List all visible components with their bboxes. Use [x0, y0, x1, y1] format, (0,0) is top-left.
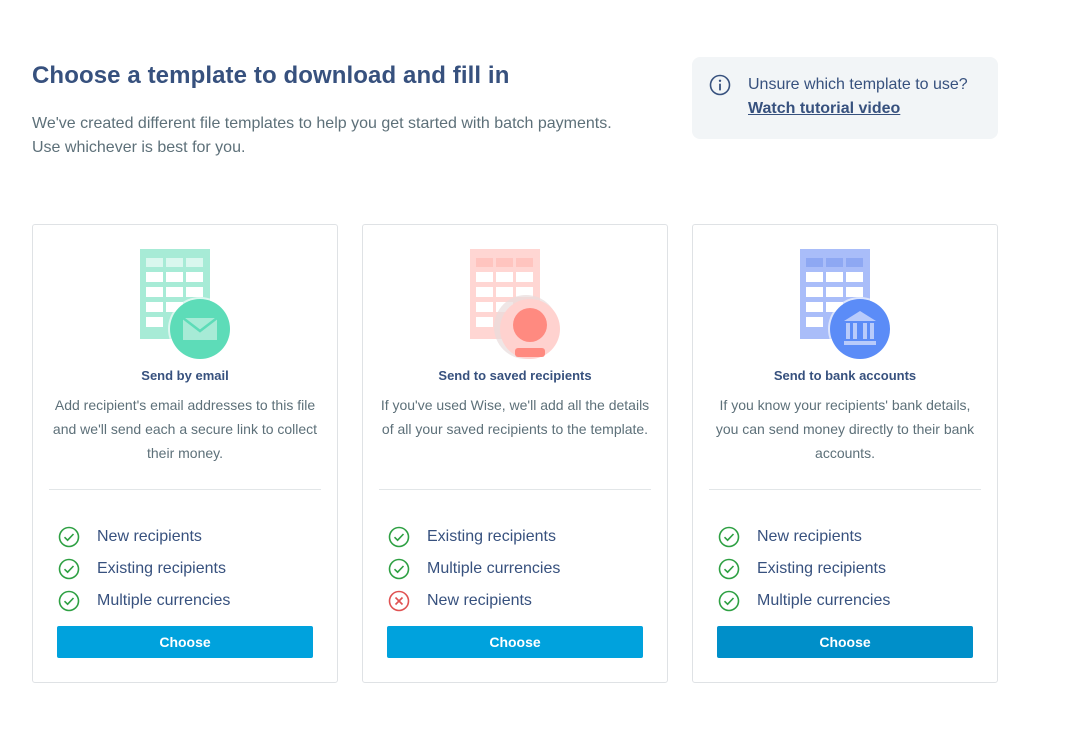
- info-question: Unsure which template to use?: [748, 76, 968, 93]
- template-card-bank-accounts: Send to bank accounts If you know your r…: [692, 224, 998, 683]
- feature-label: Multiple currencies: [97, 592, 231, 609]
- card-title: Send to saved recipients: [438, 368, 592, 383]
- tutorial-info-box: Unsure which template to use? Watch tuto…: [692, 57, 998, 139]
- feature-item: New recipients: [718, 521, 890, 553]
- check-circle-icon: [58, 590, 80, 612]
- spreadsheet-bank-icon: [800, 249, 892, 361]
- feature-item: New recipients: [388, 585, 560, 617]
- feature-item: New recipients: [58, 521, 230, 553]
- check-circle-icon: [388, 526, 410, 548]
- template-card-email: Send by email Add recipient's email addr…: [32, 224, 338, 683]
- divider: [379, 489, 651, 490]
- feature-item: Multiple currencies: [718, 585, 890, 617]
- feature-label: Existing recipients: [97, 560, 226, 577]
- check-circle-icon: [718, 590, 740, 612]
- choose-email-template-button[interactable]: Choose: [57, 626, 313, 658]
- card-description: If you've used Wise, we'll add all the d…: [380, 397, 650, 437]
- card-description: Add recipient's email addresses to this …: [52, 397, 318, 461]
- info-icon: [709, 74, 731, 96]
- feature-item: Multiple currencies: [388, 553, 560, 585]
- cross-circle-icon: [388, 590, 410, 612]
- feature-list: New recipients Existing recipients Multi…: [58, 521, 230, 617]
- check-circle-icon: [58, 558, 80, 580]
- feature-label: New recipients: [427, 592, 532, 609]
- card-title: Send by email: [141, 368, 229, 383]
- choose-saved-recipients-template-button[interactable]: Choose: [387, 626, 643, 658]
- spreadsheet-person-icon: [470, 249, 560, 359]
- feature-item: Existing recipients: [718, 553, 890, 585]
- check-circle-icon: [718, 526, 740, 548]
- page-title: Choose a template to download and fill i…: [32, 62, 510, 89]
- feature-label: New recipients: [97, 528, 202, 545]
- template-card-saved-recipients: Send to saved recipients If you've used …: [362, 224, 668, 683]
- divider: [709, 489, 981, 490]
- card-description: If you know your recipients' bank detail…: [715, 397, 975, 461]
- watch-tutorial-link[interactable]: Watch tutorial video: [748, 100, 900, 118]
- check-circle-icon: [388, 558, 410, 580]
- check-circle-icon: [58, 526, 80, 548]
- feature-list: Existing recipients Multiple currencies …: [388, 521, 560, 617]
- feature-label: New recipients: [757, 528, 862, 545]
- feature-item: Existing recipients: [388, 521, 560, 553]
- feature-list: New recipients Existing recipients Multi…: [718, 521, 890, 617]
- feature-item: Multiple currencies: [58, 585, 230, 617]
- feature-label: Existing recipients: [427, 528, 556, 545]
- feature-item: Existing recipients: [58, 553, 230, 585]
- choose-bank-accounts-template-button[interactable]: Choose: [717, 626, 973, 658]
- card-title: Send to bank accounts: [773, 368, 917, 383]
- feature-label: Existing recipients: [757, 560, 886, 577]
- divider: [49, 489, 321, 490]
- page-subtitle: We've created different file templates t…: [32, 115, 612, 156]
- spreadsheet-email-icon: [140, 249, 232, 361]
- feature-label: Multiple currencies: [427, 560, 561, 577]
- feature-label: Multiple currencies: [757, 592, 891, 609]
- check-circle-icon: [718, 558, 740, 580]
